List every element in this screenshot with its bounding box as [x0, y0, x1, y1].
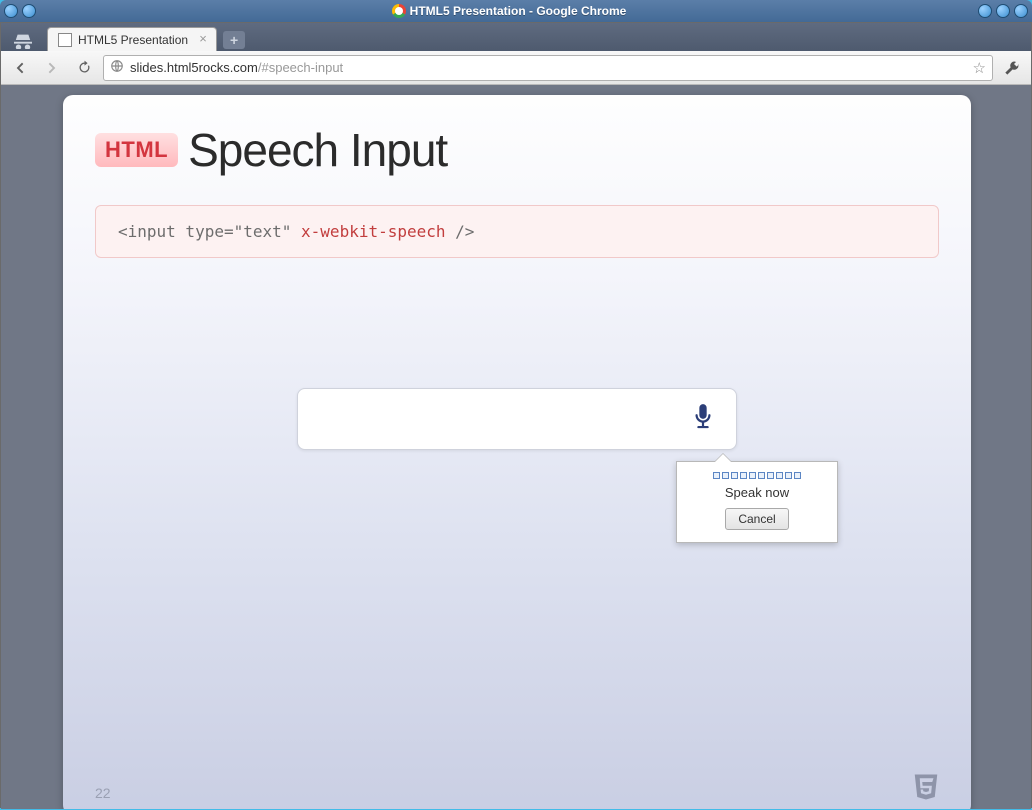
page-viewport: HTML Speech Input <input type="text" x-w… — [1, 85, 1031, 809]
speech-input-area: Speak now Cancel — [95, 388, 939, 450]
new-tab-button[interactable]: + — [223, 31, 245, 49]
address-bar[interactable]: slides.html5rocks.com/#speech-input ☆ — [103, 55, 993, 81]
page-icon — [58, 33, 72, 47]
tab-strip: HTML5 Presentation × + — [1, 23, 1031, 51]
code-text-attr: x-webkit-speech — [301, 222, 446, 241]
chrome-frame: HTML5 Presentation × + slides.html5rocks… — [0, 22, 1032, 808]
slide-title: Speech Input — [188, 123, 447, 177]
settings-wrench-icon[interactable] — [999, 55, 1025, 81]
slide-page-number: 22 — [95, 785, 111, 801]
code-text-plain: <input type="text" — [118, 222, 301, 241]
chrome-icon — [392, 4, 406, 18]
cancel-button[interactable]: Cancel — [725, 508, 788, 530]
window-maximize-icon[interactable] — [996, 4, 1010, 18]
slide: HTML Speech Input <input type="text" x-w… — [63, 95, 971, 809]
window-titlebar: HTML5 Presentation - Google Chrome — [0, 0, 1032, 22]
html-badge: HTML — [95, 133, 178, 167]
forward-button[interactable] — [39, 55, 65, 81]
window-shade-icon[interactable] — [22, 4, 36, 18]
window-menu-icon[interactable] — [4, 4, 18, 18]
tab-label: HTML5 Presentation — [78, 33, 188, 47]
code-text-tail: /> — [446, 222, 475, 241]
url-text: slides.html5rocks.com/#speech-input — [130, 60, 967, 75]
incognito-icon — [9, 29, 37, 51]
window-close-icon[interactable] — [1014, 4, 1028, 18]
window-controls-left — [4, 4, 36, 18]
browser-tab[interactable]: HTML5 Presentation × — [47, 27, 217, 51]
window-minimize-icon[interactable] — [978, 4, 992, 18]
url-path: /#speech-input — [258, 60, 343, 75]
microphone-icon[interactable] — [692, 402, 714, 437]
window-controls-right — [978, 4, 1028, 18]
speech-popup-message: Speak now — [687, 485, 827, 500]
code-block: <input type="text" x-webkit-speech /> — [95, 205, 939, 258]
window-title-wrap: HTML5 Presentation - Google Chrome — [40, 4, 978, 18]
slide-header: HTML Speech Input — [95, 123, 939, 177]
html5-logo-icon — [911, 772, 941, 807]
speech-input[interactable]: Speak now Cancel — [297, 388, 737, 450]
bookmark-star-icon[interactable]: ☆ — [973, 59, 986, 77]
reload-button[interactable] — [71, 55, 97, 81]
audio-level-indicator — [687, 472, 827, 479]
browser-toolbar: slides.html5rocks.com/#speech-input ☆ — [1, 51, 1031, 85]
tab-close-icon[interactable]: × — [196, 32, 210, 46]
url-domain: slides.html5rocks.com — [130, 60, 258, 75]
window-title: HTML5 Presentation - Google Chrome — [410, 4, 627, 18]
speech-popup: Speak now Cancel — [676, 461, 838, 543]
site-identity-icon[interactable] — [110, 59, 124, 76]
back-button[interactable] — [7, 55, 33, 81]
